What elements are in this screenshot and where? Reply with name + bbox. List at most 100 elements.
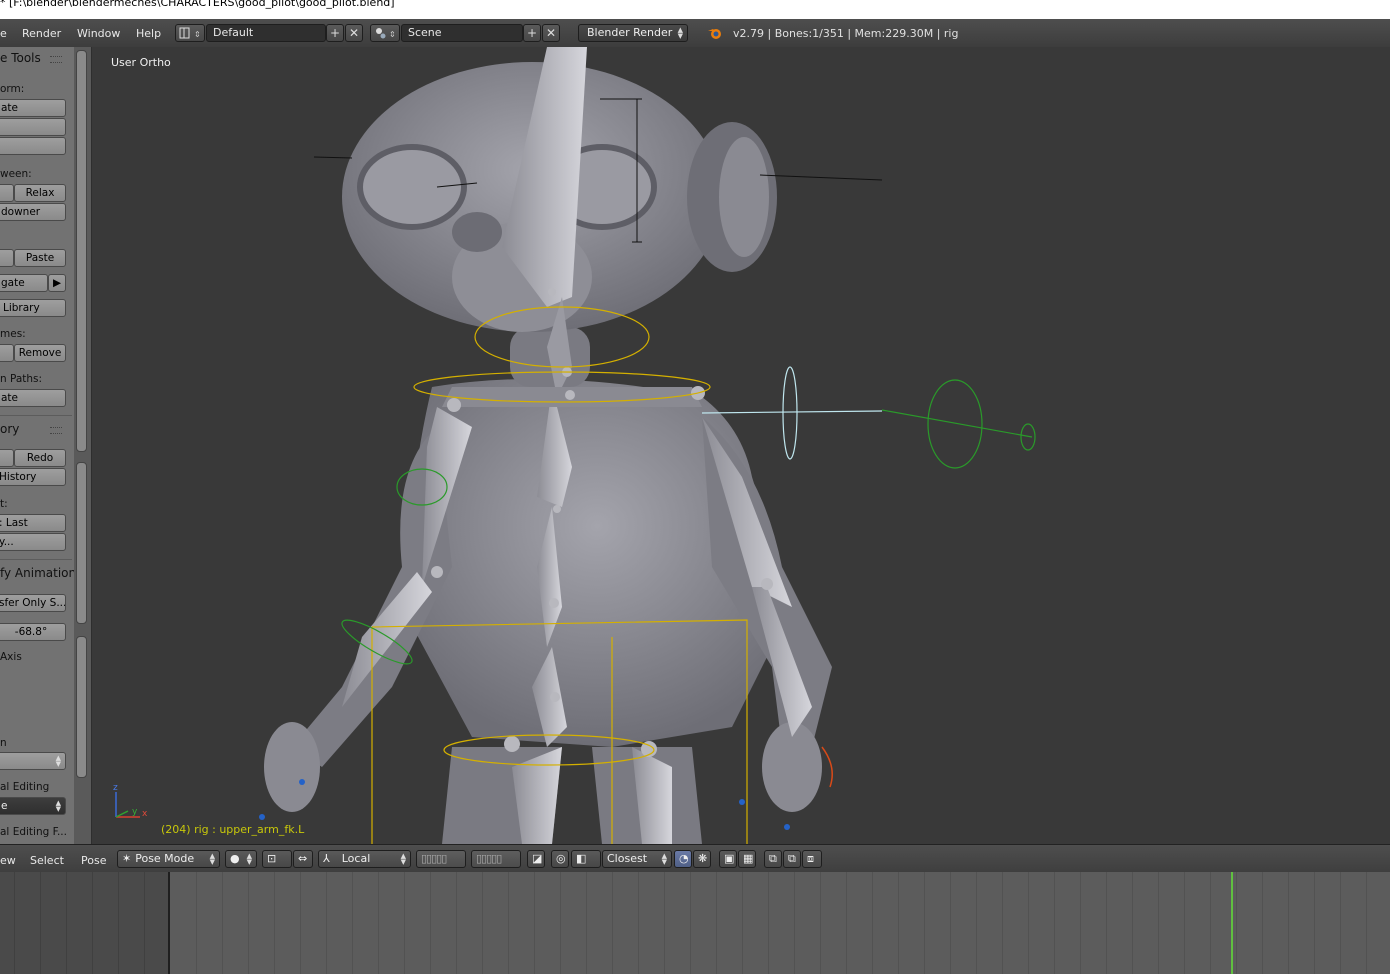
timeline-gridline bbox=[92, 872, 93, 974]
timeline-gridline bbox=[352, 872, 353, 974]
option-dropdown-1[interactable]: ▲ ▼ bbox=[0, 752, 66, 770]
animation-panel-header[interactable]: fy Animation bbox=[0, 562, 74, 584]
tools-panel-header[interactable]: e Tools bbox=[0, 47, 72, 69]
history-scrollbar-thumb[interactable] bbox=[76, 462, 87, 624]
rotate-button[interactable] bbox=[0, 118, 66, 136]
info-header: e Render Window Help ⇕ Default + ✕ ⇕ Sce… bbox=[0, 19, 1390, 48]
character-rig-render bbox=[115, 47, 1036, 844]
pose-mode-icon: ✶ bbox=[122, 852, 132, 865]
calculate-paths-button[interactable]: ate bbox=[0, 389, 66, 407]
proportional-editing-dropdown[interactable]: e ▲ ▼ bbox=[0, 797, 66, 815]
undo-button[interactable] bbox=[0, 449, 14, 467]
drag-grip-icon[interactable] bbox=[50, 427, 62, 434]
timeline-gridline bbox=[638, 872, 639, 974]
timeline-gridline bbox=[222, 872, 223, 974]
add-scene-button[interactable]: + bbox=[523, 24, 541, 42]
n-label: n bbox=[0, 737, 7, 749]
timeline-gridline bbox=[872, 872, 873, 974]
menu-help[interactable]: Help bbox=[136, 27, 161, 40]
axis-z-label: z bbox=[113, 783, 118, 793]
timeline-gridline bbox=[40, 872, 41, 974]
menu-pose[interactable]: Pose bbox=[81, 854, 106, 867]
snap-align-rotation-button[interactable]: ◔ bbox=[674, 850, 692, 868]
repeat-history-button[interactable]: y... bbox=[0, 533, 66, 551]
snap-target-dropdown[interactable]: Closest ▲ ▼ bbox=[602, 850, 672, 868]
scene-stats: v2.79 | Bones:1/351 | Mem:229.30M | rig bbox=[733, 27, 959, 40]
propagate-menu-button[interactable]: ▶ bbox=[48, 274, 66, 292]
insert-keyframe-button[interactable] bbox=[0, 344, 14, 362]
screen-layout-icon-button[interactable]: ⇕ bbox=[175, 24, 205, 42]
delete-scene-button[interactable]: ✕ bbox=[542, 24, 560, 42]
repeat-last-button[interactable]: : Last bbox=[0, 514, 66, 532]
scene-icon-button[interactable]: ⇕ bbox=[370, 24, 400, 42]
viewport-shading-dropdown[interactable]: ● ▲ ▼ bbox=[225, 850, 257, 868]
angle-field[interactable]: -68.8° bbox=[0, 623, 66, 641]
pivot-point-dropdown[interactable]: ⊡ bbox=[262, 850, 292, 868]
interaction-mode-dropdown[interactable]: ✶ Pose Mode ▲ ▼ bbox=[117, 850, 220, 868]
timeline-gridline bbox=[404, 872, 405, 974]
copy-pose-header-button[interactable]: ⧉ bbox=[764, 850, 782, 868]
snap-element-dropdown[interactable]: ◧ bbox=[571, 850, 601, 868]
transfer-only-selected-button[interactable]: sfer Only S... bbox=[0, 594, 66, 612]
menu-render[interactable]: Render bbox=[22, 27, 61, 40]
timeline-gridline bbox=[820, 872, 821, 974]
paste-flipped-button[interactable]: ⧈ bbox=[802, 850, 822, 868]
view-name-label: User Ortho bbox=[111, 56, 171, 69]
3d-viewport[interactable]: User Ortho z y x (204) rig : upper_arm_f… bbox=[92, 47, 1390, 844]
timeline-gridline bbox=[742, 872, 743, 974]
relax-button[interactable]: Relax bbox=[14, 184, 66, 202]
render-engine-dropdown[interactable]: Blender Render ▲ ▼ bbox=[578, 24, 688, 42]
orientation-icon: ⅄ bbox=[323, 852, 330, 865]
render-animation-button[interactable]: ▦ bbox=[738, 850, 756, 868]
redo-button[interactable]: Redo bbox=[14, 449, 66, 467]
timeline-gridline bbox=[1106, 872, 1107, 974]
animation-scrollbar-thumb[interactable] bbox=[76, 636, 87, 778]
copy-pose-button[interactable] bbox=[0, 249, 14, 267]
layers-group-1[interactable]: ▯▯▯▯▯ bbox=[416, 850, 466, 868]
lock-layers-button[interactable]: ◪ bbox=[527, 850, 545, 868]
timeline-gridline bbox=[274, 872, 275, 974]
screen-layout-field[interactable]: Default bbox=[206, 24, 326, 42]
camera-icon: ▣ bbox=[724, 852, 735, 865]
menu-view-partial[interactable]: ew bbox=[0, 854, 16, 867]
layers-group-2[interactable]: ▯▯▯▯▯ bbox=[471, 850, 521, 868]
frame-cursor[interactable] bbox=[1231, 872, 1233, 974]
scale-button[interactable] bbox=[0, 137, 66, 155]
manipulator-toggle[interactable]: ⇔ bbox=[293, 850, 313, 868]
pose-library-button[interactable]: Library bbox=[0, 299, 66, 317]
proportional-edit-button[interactable]: ◎ bbox=[551, 850, 569, 868]
history-panel-header[interactable]: ory bbox=[0, 418, 72, 440]
timeline-gridline bbox=[534, 872, 535, 974]
transform-orientation-dropdown[interactable]: ⅄ Local ▲ ▼ bbox=[318, 850, 411, 868]
propagate-button[interactable]: gate bbox=[0, 274, 48, 292]
timeline-area[interactable] bbox=[0, 872, 1390, 974]
scene-field[interactable]: Scene bbox=[401, 24, 523, 42]
add-screen-button[interactable]: + bbox=[326, 24, 344, 42]
timeline-gridline bbox=[1132, 872, 1133, 974]
drag-grip-icon[interactable] bbox=[50, 56, 62, 63]
timeline-gridline bbox=[378, 872, 379, 974]
timeline-gridline bbox=[1262, 872, 1263, 974]
timeline-gridline bbox=[846, 872, 847, 974]
paste-pose-button[interactable]: Paste bbox=[14, 249, 66, 267]
timeline-gridline bbox=[66, 872, 67, 974]
delete-screen-button[interactable]: ✕ bbox=[345, 24, 363, 42]
remove-keyframe-button[interactable]: Remove bbox=[14, 344, 66, 362]
menu-window[interactable]: Window bbox=[77, 27, 120, 40]
tool-shelf-scrollbar-thumb[interactable] bbox=[76, 50, 87, 452]
breakdowner-button[interactable]: downer bbox=[0, 203, 66, 221]
timeline-gridline bbox=[326, 872, 327, 974]
timeline-gridline bbox=[1028, 872, 1029, 974]
push-button[interactable] bbox=[0, 184, 14, 202]
timeline-gridline bbox=[196, 872, 197, 974]
timeline-gridline bbox=[1184, 872, 1185, 974]
menu-file-partial[interactable]: e bbox=[0, 27, 7, 40]
undo-history-button[interactable]: History bbox=[0, 468, 66, 486]
updown-arrows-icon: ▲ ▼ bbox=[209, 852, 215, 866]
menu-select[interactable]: Select bbox=[30, 854, 64, 867]
render-opengl-button[interactable]: ▣ bbox=[719, 850, 737, 868]
paste-pose-header-button[interactable]: ⧉ bbox=[783, 850, 801, 868]
timeline-gridline bbox=[612, 872, 613, 974]
translate-button[interactable]: ate bbox=[0, 99, 66, 117]
snap-project-button[interactable]: ❋ bbox=[693, 850, 711, 868]
